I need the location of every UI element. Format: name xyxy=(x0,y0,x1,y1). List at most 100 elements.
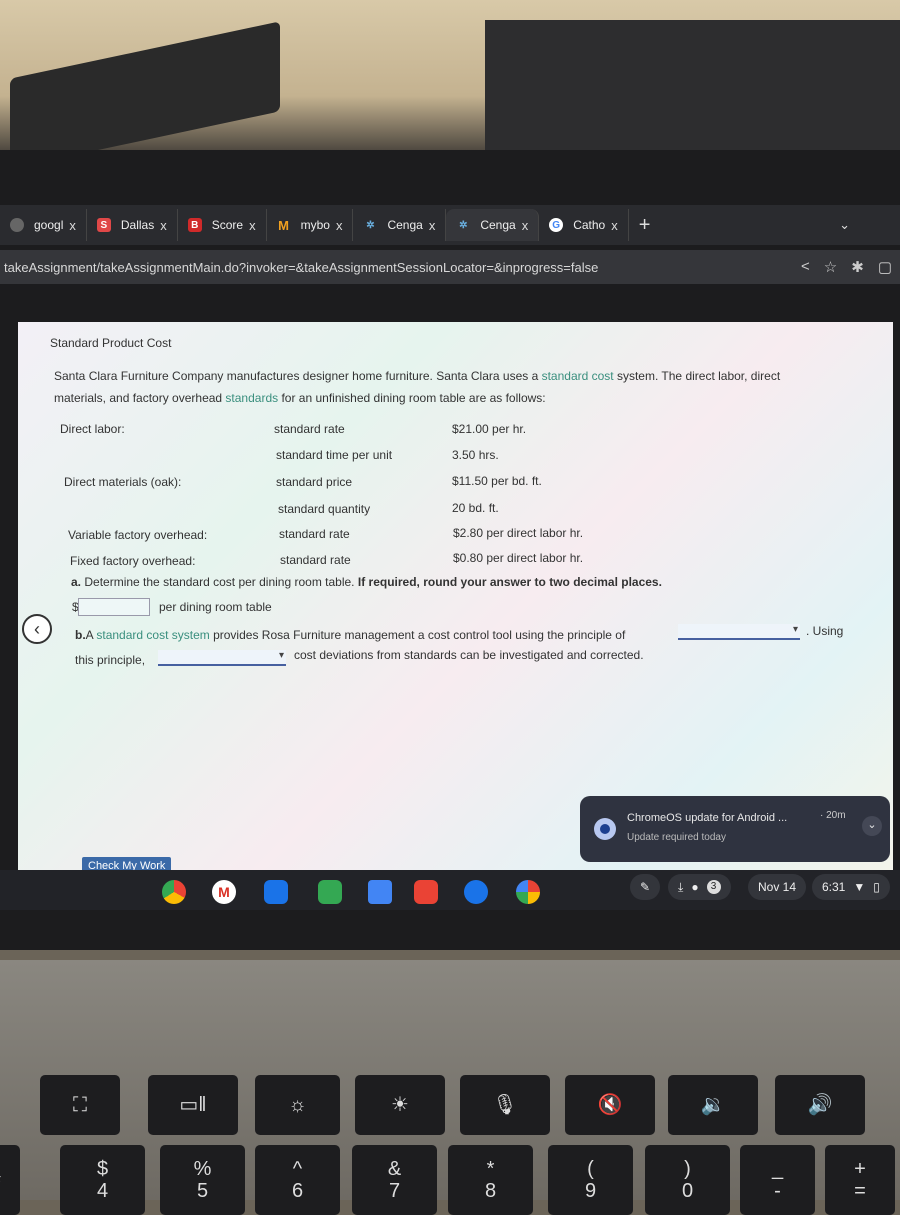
tab-cengage-2[interactable]: ✲ Cenga x xyxy=(446,209,540,241)
key-3[interactable]: # xyxy=(0,1145,20,1215)
m-logo-icon: M xyxy=(278,217,290,233)
principle-dropdown[interactable] xyxy=(678,624,800,640)
youtube-app-icon[interactable] xyxy=(414,880,438,904)
question-a: a. Determine the standard cost per dinin… xyxy=(71,575,662,589)
files-app-icon[interactable] xyxy=(264,880,288,904)
download-icon: ⤓ xyxy=(678,879,684,894)
key-9[interactable]: (9 xyxy=(548,1145,633,1215)
address-bar[interactable]: takeAssignment/takeAssignmentMain.do?inv… xyxy=(0,250,900,284)
meet-app-icon[interactable] xyxy=(318,880,342,904)
close-icon[interactable]: x xyxy=(69,218,76,233)
notification-title: ChromeOS update for Android ... xyxy=(627,812,788,824)
date-tray[interactable]: Nov 14 xyxy=(748,874,807,900)
tab-search-chevron-icon[interactable]: ⌄ xyxy=(839,217,850,233)
principle-application-dropdown[interactable] xyxy=(158,650,286,666)
new-tab-button[interactable]: + xyxy=(639,214,651,237)
row-category: Direct labor: xyxy=(60,422,125,436)
tab-strip: googl x S Dallas x B Score x Mmybo x ✲ Cenga x ✲… xyxy=(0,205,900,245)
key-volume-down[interactable]: 🔉 xyxy=(668,1075,758,1135)
extensions-icon[interactable]: ✱ xyxy=(851,258,864,276)
chrome-app-icon[interactable] xyxy=(162,880,186,904)
standard-cost-system-link[interactable]: standard cost system xyxy=(96,628,209,642)
intro-line-1: Santa Clara Furniture Company manufactur… xyxy=(54,369,781,383)
wifi-icon: ▼ xyxy=(853,880,866,894)
question-b-line-1: b.A standard cost system provides Rosa F… xyxy=(75,628,626,642)
row-value: 3.50 hrs. xyxy=(452,448,499,462)
stylus-icon: ✎ xyxy=(640,880,651,894)
cengage-icon: ✲ xyxy=(366,219,375,231)
key-7[interactable]: & 7 xyxy=(352,1145,437,1215)
row-value: $2.80 per direct labor hr. xyxy=(453,526,584,540)
background-device xyxy=(485,20,900,160)
row-item: standard rate xyxy=(280,553,351,567)
google-icon: G xyxy=(549,218,564,232)
key-5[interactable]: % 5 xyxy=(160,1145,245,1215)
key-mic-mute[interactable]: 🎙 xyxy=(460,1075,550,1135)
stylus-tray[interactable]: ✎ xyxy=(630,874,661,900)
tab-dallas[interactable]: S Dallas x xyxy=(87,209,178,241)
battery-icon: ▯ xyxy=(873,880,880,894)
notification-time: · 20m xyxy=(820,810,846,821)
s-logo-icon: S xyxy=(96,218,111,232)
key-overview[interactable]: ▭‖ xyxy=(148,1075,238,1135)
close-icon[interactable]: x xyxy=(160,218,167,233)
side-panel-icon[interactable]: ▢ xyxy=(878,258,892,276)
standard-cost-input[interactable] xyxy=(78,598,150,616)
key-volume-up[interactable]: 🔊 xyxy=(775,1075,865,1135)
row-item: standard rate xyxy=(279,527,350,541)
standards-link[interactable]: standards xyxy=(225,391,278,405)
key-brightness-up[interactable]: ☀ xyxy=(355,1075,445,1135)
tab-catho[interactable]: G Catho x xyxy=(539,209,629,241)
photos-app-icon[interactable] xyxy=(516,880,540,904)
close-icon[interactable]: x xyxy=(249,218,256,233)
tab-google[interactable]: googl x xyxy=(0,209,87,241)
cengage-icon: ✲ xyxy=(459,219,468,231)
row-item: standard time per unit xyxy=(276,448,393,462)
share-icon[interactable]: < xyxy=(801,258,810,276)
expand-chevron-icon[interactable]: ⌄ xyxy=(862,816,882,836)
key-8[interactable]: * 8 xyxy=(448,1145,533,1215)
holding-space-icon: ● xyxy=(691,880,699,894)
key-0[interactable]: ) 0 xyxy=(645,1145,730,1215)
status-tray[interactable]: ⤓ ● 3 xyxy=(668,874,731,900)
key-6[interactable]: ^ 6 xyxy=(255,1145,340,1215)
background-keyboard xyxy=(10,21,280,169)
messages-app-icon[interactable] xyxy=(464,880,488,904)
system-tray[interactable]: 6:31 ▼ ▯ xyxy=(812,874,890,900)
row-value: 20 bd. ft. xyxy=(452,501,499,515)
key-equals[interactable]: + = xyxy=(825,1145,895,1215)
key-4[interactable]: $4 xyxy=(60,1145,145,1215)
row-item: standard rate xyxy=(274,422,345,436)
calendar-app-icon[interactable] xyxy=(368,880,392,904)
notification-count-badge: 3 xyxy=(706,880,721,894)
key-mute[interactable]: 🔇 xyxy=(565,1075,655,1135)
intro-line-2: materials, and factory overhead standard… xyxy=(54,391,546,405)
gmail-app-icon[interactable]: M xyxy=(212,880,236,904)
row-category: Direct materials (oak): xyxy=(64,475,182,489)
url-text[interactable]: takeAssignment/takeAssignmentMain.do?inv… xyxy=(4,260,598,275)
desk-background xyxy=(0,0,900,169)
key-fullscreen[interactable]: ⛶ xyxy=(40,1075,120,1135)
row-item: standard price xyxy=(276,475,353,489)
key-minus[interactable]: _ - xyxy=(740,1145,815,1215)
tab-score[interactable]: B Score x xyxy=(178,209,267,241)
standard-cost-link[interactable]: standard cost xyxy=(542,369,614,383)
tab-cengage-1[interactable]: ✲ Cenga x xyxy=(353,209,447,241)
answer-suffix: per dining room table xyxy=(159,600,272,614)
question-b-using: . Using xyxy=(806,624,844,638)
question-b-line-2-start: this principle, xyxy=(75,653,146,667)
tab-mybo[interactable]: Mmybo x xyxy=(267,209,354,241)
back-arrow-button[interactable]: ‹ xyxy=(22,614,52,644)
close-icon[interactable]: x xyxy=(611,218,618,233)
row-category: Fixed factory overhead: xyxy=(70,554,196,568)
laptop-keyboard: ⛶ ▭‖ ☼ ☀ 🎙 🔇 🔉 🔊 # $4 %5 ^6 &7 *8 (9 )0 … xyxy=(0,960,900,1215)
close-icon[interactable]: x xyxy=(429,218,436,233)
b-logo-icon: B xyxy=(187,218,202,232)
key-brightness-down[interactable]: ☼ xyxy=(255,1075,340,1135)
close-icon[interactable]: x xyxy=(522,218,529,233)
bookmark-star-icon[interactable]: ☆ xyxy=(824,258,837,276)
date-text: Nov 14 xyxy=(758,880,797,894)
close-icon[interactable]: x xyxy=(336,218,343,233)
row-value: $0.80 per direct labor hr. xyxy=(453,551,584,565)
update-notification[interactable]: ChromeOS update for Android ... · 20m Up… xyxy=(580,796,890,862)
